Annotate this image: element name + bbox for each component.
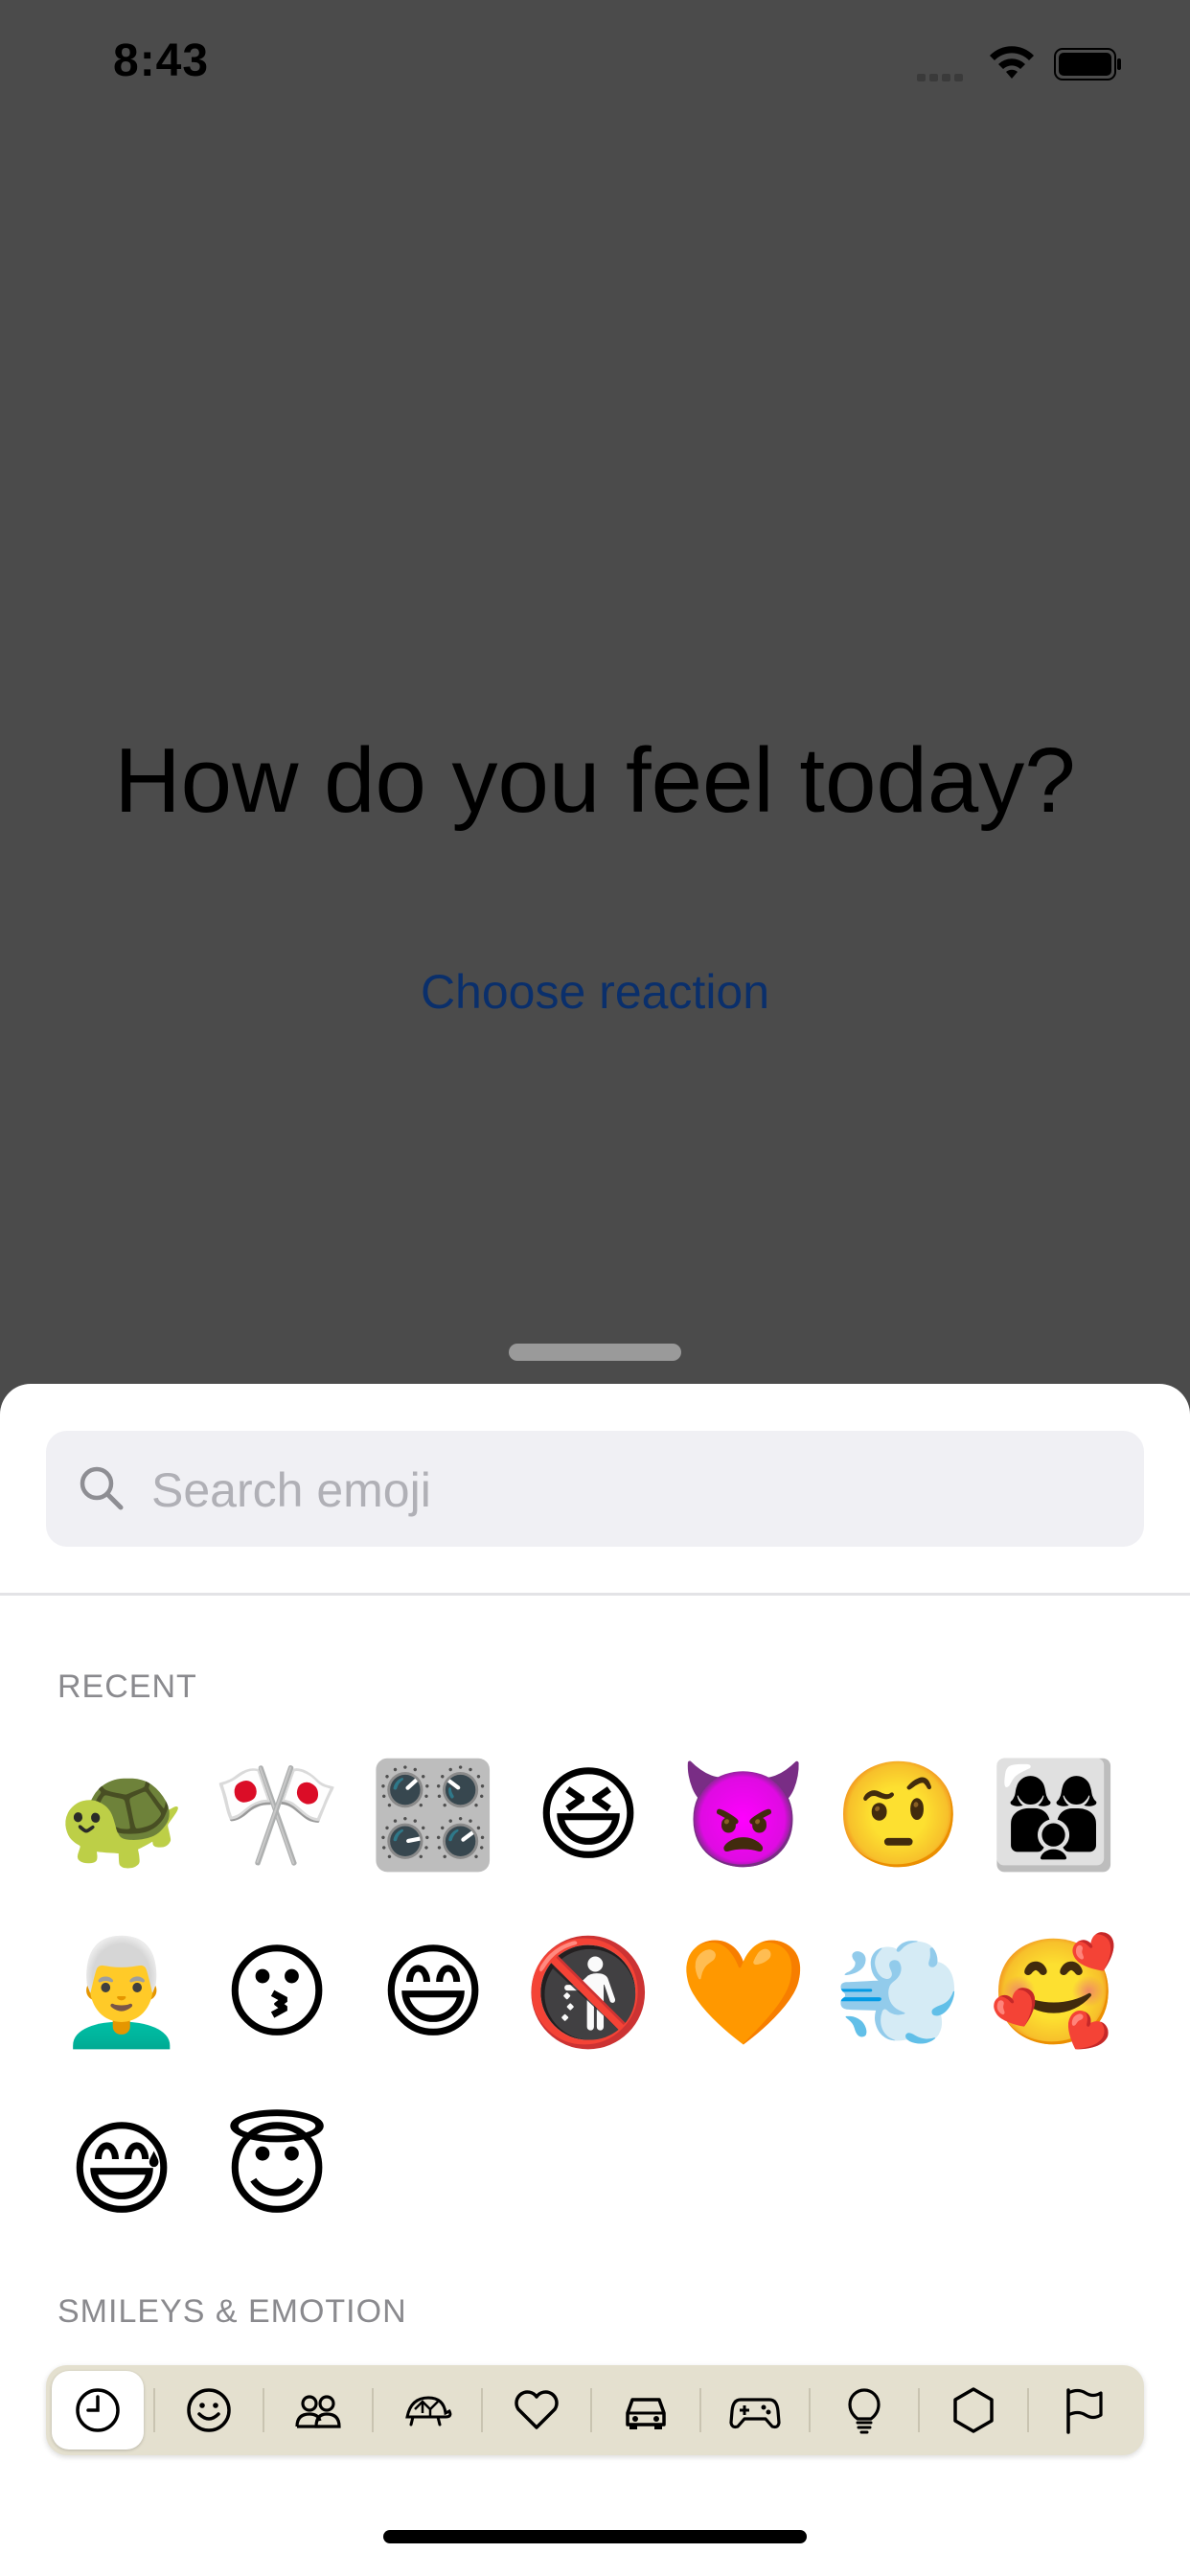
emoji-cell[interactable]: 🎛️	[361, 1744, 505, 1888]
category-separator	[372, 2388, 374, 2432]
category-separator	[153, 2388, 155, 2432]
emoji-cell[interactable]: 😗	[205, 1921, 349, 2065]
people-icon	[295, 2395, 341, 2428]
flag-icon	[1066, 2388, 1103, 2434]
category-separator	[699, 2388, 701, 2432]
search-icon	[80, 1466, 124, 1510]
car-icon	[626, 2398, 666, 2429]
hexagon-icon	[953, 2387, 994, 2433]
emoji-cell[interactable]: 👨‍🦳	[50, 1921, 194, 2065]
section-title-recent: RECENT	[57, 1668, 197, 1705]
category-tab-bar	[46, 2365, 1144, 2455]
smiley-icon	[187, 2388, 231, 2432]
search-input[interactable]	[149, 1431, 1111, 1549]
category-tab-symbols-heart[interactable]	[491, 2371, 583, 2450]
category-separator	[590, 2388, 592, 2432]
gamepad-icon	[729, 2398, 781, 2429]
emoji-cell[interactable]: 🤨	[827, 1744, 971, 1888]
category-tab-activities[interactable]	[709, 2371, 801, 2450]
heart-icon	[515, 2390, 559, 2429]
wifi-icon	[990, 46, 1034, 79]
lightbulb-icon	[848, 2388, 881, 2434]
choose-reaction-button[interactable]: Choose reaction	[0, 964, 1190, 1020]
category-separator	[263, 2388, 264, 2432]
category-separator	[481, 2388, 483, 2432]
emoji-cell[interactable]: 🥰	[982, 1921, 1126, 2065]
emoji-cell[interactable]: 🎌	[205, 1744, 349, 1888]
clock-icon	[76, 2388, 120, 2432]
signal-icon	[917, 69, 967, 86]
category-tab-objects[interactable]	[818, 2371, 910, 2450]
category-separator	[1027, 2388, 1029, 2432]
emoji-cell[interactable]: 🧡	[672, 1921, 815, 2065]
category-tab-flags[interactable]	[1037, 2371, 1129, 2450]
category-tab-travel[interactable]	[600, 2371, 692, 2450]
emoji-cell[interactable]: 👩‍👩‍👦	[982, 1744, 1126, 1888]
category-tab-people[interactable]	[272, 2371, 364, 2450]
sheet-grabber[interactable]	[509, 1344, 681, 1361]
battery-icon	[1054, 48, 1121, 80]
status-time: 8:43	[113, 35, 210, 86]
category-tab-smileys[interactable]	[163, 2371, 255, 2450]
emoji-cell[interactable]: 😅	[50, 2099, 194, 2242]
turtle-icon	[405, 2396, 452, 2426]
emoji-cell[interactable]: 🚯	[516, 1921, 660, 2065]
emoji-cell[interactable]: 💨	[827, 1921, 971, 2065]
search-bar[interactable]	[46, 1431, 1144, 1549]
category-separator	[918, 2388, 920, 2432]
category-separator	[809, 2388, 811, 2432]
emoji-cell[interactable]: 😇	[205, 2099, 349, 2242]
category-tab-symbols[interactable]	[927, 2371, 1019, 2450]
page-title: How do you feel today?	[114, 729, 1076, 832]
emoji-cell[interactable]: 👿	[672, 1744, 815, 1888]
emoji-cell[interactable]: 🐢	[50, 1744, 194, 1888]
section-title-smileys: SMILEYS & EMOTION	[57, 2293, 407, 2330]
home-indicator	[383, 2530, 807, 2543]
category-tab-recent[interactable]	[52, 2371, 144, 2450]
category-tab-animals[interactable]	[381, 2371, 473, 2450]
emoji-cell[interactable]: 😄	[361, 1921, 505, 2065]
emoji-cell[interactable]: 😆	[516, 1744, 660, 1888]
divider	[0, 1593, 1190, 1596]
